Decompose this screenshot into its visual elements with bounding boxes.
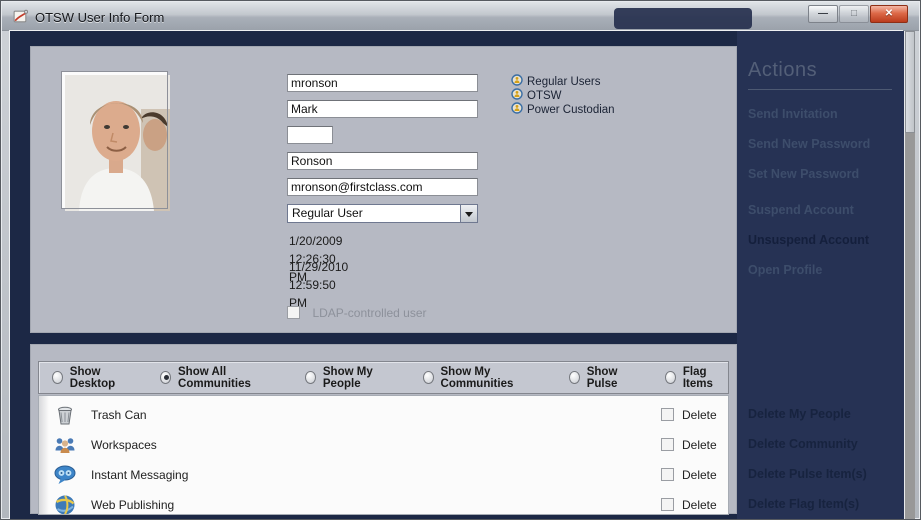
email-input[interactable] <box>287 178 478 196</box>
delete-checkbox[interactable] <box>661 498 674 511</box>
list-item-label: Trash Can <box>91 408 147 422</box>
delete-checkbox-label: Delete <box>682 498 717 512</box>
web-publishing-icon <box>53 493 77 515</box>
delete-my-people-button: Delete My People <box>748 407 851 421</box>
radio-show-my-people[interactable]: Show My People <box>305 366 396 390</box>
list-item-instant-messaging[interactable]: Instant Messaging Delete <box>39 460 728 490</box>
user-photo <box>62 72 167 208</box>
close-button[interactable]: ✕ <box>870 5 908 23</box>
otsw-user-info-window: OTSW User Info Form — □ ✕ <box>0 0 921 520</box>
titlebar-shade <box>614 8 752 29</box>
membership-label: Regular Users <box>527 76 601 88</box>
delete-checkbox-label: Delete <box>682 438 717 452</box>
list-item-label: Workspaces <box>91 438 157 452</box>
maximize-button[interactable]: □ <box>839 5 869 23</box>
radio-icon <box>52 371 63 384</box>
send-invitation-button[interactable]: Send Invitation <box>748 107 838 121</box>
instant-messaging-icon <box>53 463 77 487</box>
delete-checkbox-label: Delete <box>682 408 717 422</box>
ldap-checkbox[interactable] <box>287 306 300 319</box>
filter-radio-bar: Show Desktop Show All Communities Show M… <box>38 361 729 394</box>
membership-label: Power Custodian <box>527 104 615 116</box>
delete-community-button: Delete Community <box>748 437 858 451</box>
membership-power-custodian: Power Custodian <box>511 103 615 117</box>
form-icon <box>12 8 29 25</box>
vertical-scrollbar[interactable] <box>904 31 915 520</box>
delete-checkbox[interactable] <box>661 438 674 451</box>
membership-label: OTSW <box>527 90 562 102</box>
delete-checkbox[interactable] <box>661 468 674 481</box>
radio-icon <box>569 371 580 384</box>
first-name-input[interactable] <box>287 100 478 118</box>
actions-header: Actions <box>748 59 817 82</box>
send-new-password-button[interactable]: Send New Password <box>748 137 870 151</box>
workspaces-icon <box>53 433 77 457</box>
communities-panel: Show Desktop Show All Communities Show M… <box>30 344 737 514</box>
initials-input[interactable] <box>287 126 333 144</box>
main-content: User ID: First name: Initials: Last name… <box>10 31 904 520</box>
list-item-trash-can[interactable]: Trash Can Delete <box>39 400 728 430</box>
delete-pulse-items-button: Delete Pulse Item(s) <box>748 467 867 481</box>
ldap-label: LDAP-controlled user <box>312 306 426 320</box>
chevron-down-icon[interactable] <box>460 205 477 222</box>
user-id-input[interactable] <box>287 74 478 92</box>
delete-flag-items-button: Delete Flag Item(s) <box>748 497 859 511</box>
class-dropdown[interactable]: Regular User <box>287 204 478 223</box>
radio-flag-items[interactable]: Flag Items <box>665 366 728 390</box>
ldap-row: LDAP-controlled user <box>287 304 427 322</box>
radio-show-desktop[interactable]: Show Desktop <box>52 366 133 390</box>
scrollbar-thumb[interactable] <box>905 31 915 133</box>
radio-show-all-communities[interactable]: Show All Communities <box>160 366 278 390</box>
radio-icon <box>423 371 434 384</box>
title-bar[interactable]: OTSW User Info Form — □ ✕ <box>2 2 919 31</box>
trash-icon <box>53 403 77 427</box>
minimize-button[interactable]: — <box>808 5 838 23</box>
list-item-label: Web Publishing <box>91 498 174 512</box>
radio-show-pulse[interactable]: Show Pulse <box>569 366 638 390</box>
class-dropdown-value: Regular User <box>292 206 363 220</box>
suspend-account-button[interactable]: Suspend Account <box>748 203 854 217</box>
user-group-icon <box>511 101 523 119</box>
radio-show-my-communities[interactable]: Show My Communities <box>423 366 542 390</box>
radio-icon <box>665 371 676 384</box>
last-name-input[interactable] <box>287 152 478 170</box>
membership-regular-users: Regular Users <box>511 75 601 89</box>
radio-icon <box>305 371 316 384</box>
open-profile-button[interactable]: Open Profile <box>748 263 822 277</box>
actions-sidebar: Actions Send Invitation Send New Passwor… <box>737 31 904 520</box>
set-new-password-button[interactable]: Set New Password <box>748 167 859 181</box>
delete-checkbox-label: Delete <box>682 468 717 482</box>
actions-divider <box>748 89 892 90</box>
community-list: Trash Can Delete Workspaces Delete <box>38 395 729 515</box>
window-title: OTSW User Info Form <box>35 10 164 25</box>
delete-checkbox[interactable] <box>661 408 674 421</box>
radio-icon <box>160 371 171 384</box>
list-item-label: Instant Messaging <box>91 468 188 482</box>
list-item-workspaces[interactable]: Workspaces Delete <box>39 430 728 460</box>
user-info-panel: User ID: First name: Initials: Last name… <box>30 46 737 333</box>
list-item-web-publishing[interactable]: Web Publishing Delete <box>39 490 728 515</box>
unsuspend-account-button: Unsuspend Account <box>748 233 869 247</box>
